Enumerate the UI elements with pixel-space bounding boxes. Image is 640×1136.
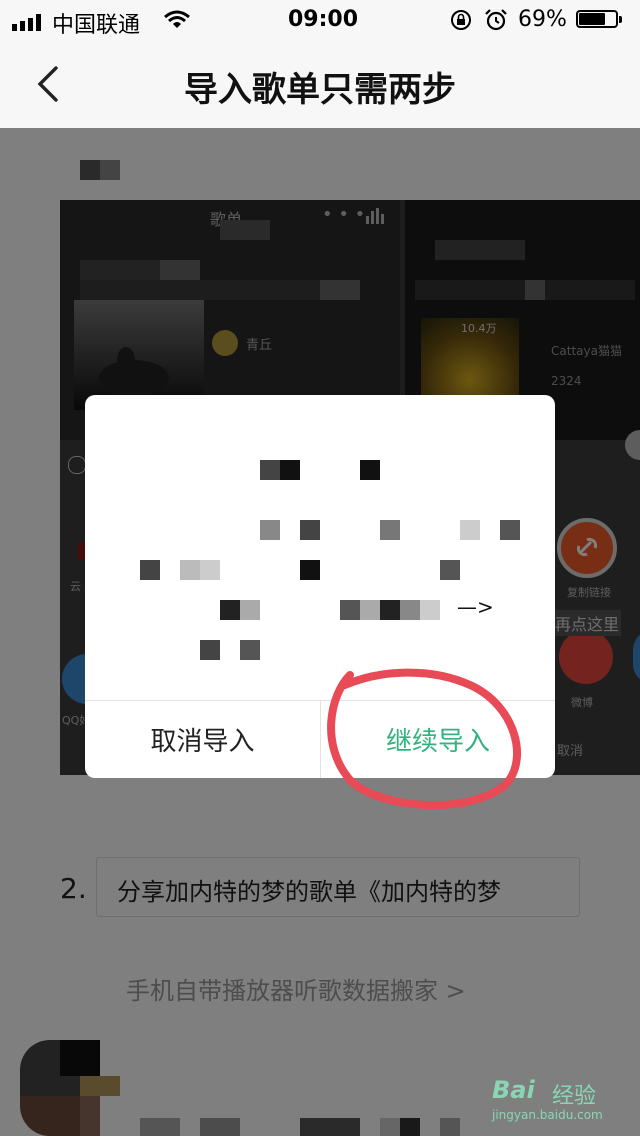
obscured-dialog-message <box>300 520 320 540</box>
page-title: 导入歌单只需两步 <box>184 70 456 110</box>
battery-icon <box>576 10 624 30</box>
obscured-dialog-title <box>360 460 380 480</box>
watermark-url: jingyan.baidu.com <box>492 1108 603 1122</box>
alarm-icon <box>484 8 508 32</box>
battery-percent: 69% <box>518 7 567 32</box>
signal-icon <box>12 12 46 31</box>
cancel-import-button[interactable]: 取消导入 <box>85 701 320 778</box>
obscured-dialog-message <box>400 600 420 620</box>
obscured-dialog-message <box>180 560 200 580</box>
obscured-dialog-message <box>420 600 440 620</box>
watermark-product: 经验 <box>552 1084 597 1109</box>
watermark-brand: Bai <box>492 1076 535 1104</box>
wifi-icon <box>164 10 190 30</box>
baidu-jingyan-watermark: Bai 经验 jingyan.baidu.com <box>486 1074 636 1130</box>
obscured-dialog-message <box>240 600 260 620</box>
clock-time: 09:00 <box>288 7 359 32</box>
obscured-dialog-message <box>240 640 260 660</box>
obscured-dialog-message <box>140 560 160 580</box>
obscured-dialog-message <box>200 560 220 580</box>
annotation-circle <box>327 668 522 810</box>
obscured-dialog-message <box>440 560 460 580</box>
cancel-import-label: 取消导入 <box>150 727 255 757</box>
status-bar: 中国联通 09:00 69% <box>0 0 640 40</box>
obscured-dialog-message <box>460 520 480 540</box>
nav-bar: 导入歌单只需两步 <box>0 40 640 128</box>
obscured-dialog-message <box>300 560 320 580</box>
obscured-dialog-title <box>260 460 280 480</box>
rotation-lock-icon <box>450 9 472 31</box>
obscured-dialog-message <box>360 600 380 620</box>
obscured-dialog-message <box>380 520 400 540</box>
obscured-dialog-title <box>280 460 300 480</box>
obscured-dialog-message <box>220 600 240 620</box>
obscured-dialog-message <box>340 600 360 620</box>
dialog-arrow-text: —> <box>457 595 494 619</box>
obscured-dialog-message <box>380 600 400 620</box>
obscured-dialog-message <box>200 640 220 660</box>
obscured-dialog-message <box>260 520 280 540</box>
carrier-name: 中国联通 <box>52 13 141 38</box>
obscured-dialog-message <box>500 520 520 540</box>
